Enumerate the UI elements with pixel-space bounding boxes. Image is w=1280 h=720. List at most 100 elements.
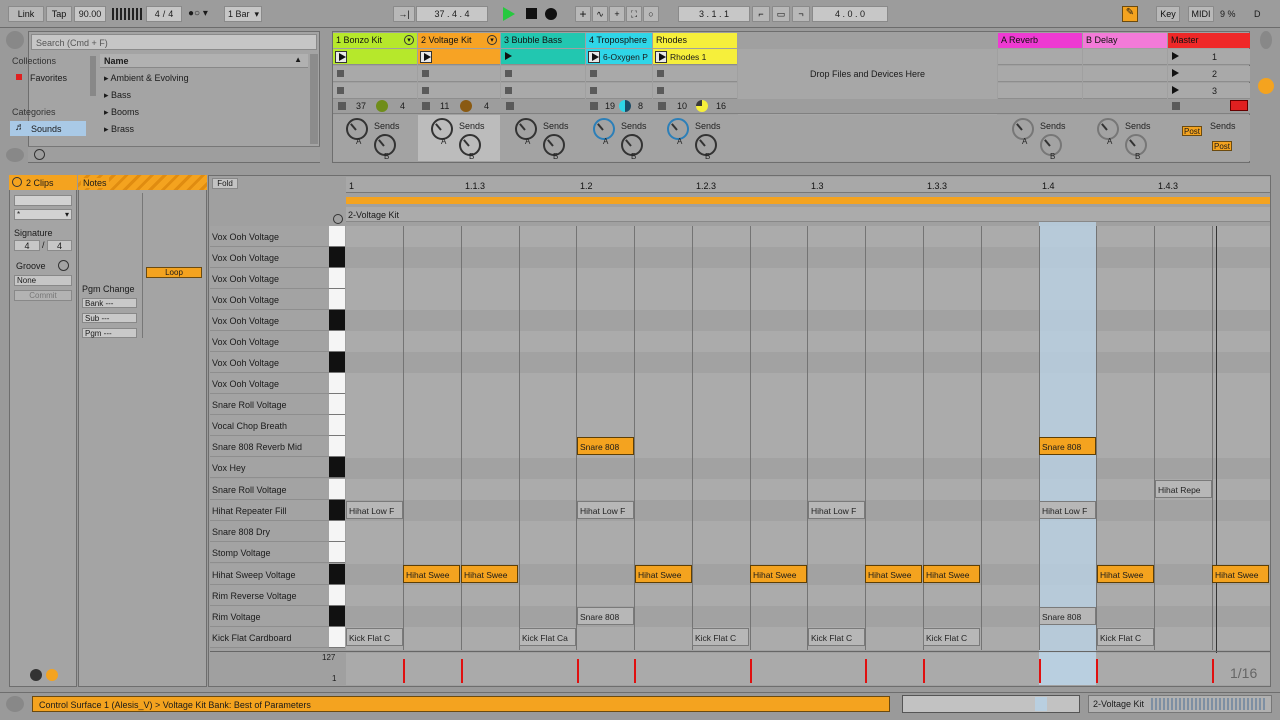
drum-pad-row[interactable]: Vox Ooh Voltage [210, 373, 330, 394]
clip-sig-den[interactable]: 4 [47, 240, 72, 251]
drum-pad-row[interactable]: Vox Ooh Voltage [210, 310, 330, 331]
clip-slot[interactable] [653, 83, 737, 99]
scene-launch[interactable]: 3 [1168, 83, 1250, 99]
midi-map-button[interactable]: MIDI [1188, 6, 1214, 22]
piano-key[interactable] [329, 310, 345, 331]
clip-slot[interactable] [333, 49, 417, 65]
drum-pad-row[interactable]: Vox Ooh Voltage [210, 352, 330, 373]
arrangement-position-field[interactable]: 37 . 4 . 4 [416, 6, 488, 22]
piano-key[interactable] [329, 373, 345, 394]
midi-note[interactable]: Snare 808 [1039, 437, 1096, 455]
clip-slot[interactable]: 6-Oxygen P [586, 49, 652, 65]
piano-key[interactable] [329, 627, 345, 648]
grid-setting[interactable]: 1/16 [1230, 665, 1257, 681]
piano-key[interactable] [329, 606, 345, 627]
automation-arm-icon[interactable]: ∿ [592, 6, 608, 22]
browser-scrollbar[interactable] [310, 54, 318, 144]
velocity-marker[interactable] [1212, 659, 1214, 683]
drum-pad-row[interactable]: Rim Reverse Voltage [210, 585, 330, 606]
preview-notes-icon[interactable] [333, 214, 343, 224]
clip-slot[interactable] [501, 83, 585, 99]
midi-note[interactable]: Kick Flat C [923, 628, 980, 646]
midi-note[interactable]: Hihat Swee [865, 565, 922, 583]
drum-pad-row[interactable]: Vox Ooh Voltage [210, 247, 330, 268]
stop-clip-icon[interactable] [338, 102, 346, 110]
clip-slot[interactable] [333, 83, 417, 99]
drum-pad-row[interactable]: Vocal Chop Breath [210, 415, 330, 436]
track-header-rhodes[interactable]: Rhodes [653, 33, 737, 48]
piano-key[interactable] [329, 521, 345, 542]
piano-key[interactable] [329, 268, 345, 289]
info-toggle-icon[interactable] [6, 696, 24, 712]
session-record-icon[interactable]: ⛶ [626, 6, 642, 22]
midi-note[interactable]: Snare 808 [1039, 607, 1096, 625]
piano-key[interactable] [329, 457, 345, 478]
midi-note[interactable]: Hihat Swee [1212, 565, 1269, 583]
clip-sig-num[interactable]: 4 [14, 240, 40, 251]
midi-note[interactable]: Hihat Swee [923, 565, 980, 583]
link-button[interactable]: Link [8, 6, 44, 22]
time-signature-field[interactable]: 4/4 [146, 6, 182, 22]
drum-pad-row[interactable]: Vox Ooh Voltage [210, 268, 330, 289]
drum-pad-row[interactable]: Vox Ooh Voltage [210, 226, 330, 247]
clip-slot[interactable] [1083, 49, 1167, 65]
master-stop-icon[interactable] [1230, 100, 1248, 111]
piano-key[interactable] [329, 564, 345, 585]
loop-end-marker[interactable] [1216, 226, 1217, 684]
clip-slot[interactable] [501, 66, 585, 82]
piano-key[interactable] [329, 415, 345, 436]
groove-select[interactable]: None [14, 275, 72, 286]
piano-key[interactable] [329, 500, 345, 521]
clip-slot[interactable] [418, 83, 500, 99]
drum-pad-row[interactable]: Kick Flat Cardboard [210, 627, 330, 648]
clip-slot[interactable] [333, 66, 417, 82]
loop-start-field[interactable]: 3 . 1 . 1 [678, 6, 750, 22]
midi-note[interactable]: Hihat Swee [403, 565, 460, 583]
midi-note[interactable]: Kick Flat Ca [519, 628, 576, 646]
piano-key[interactable] [329, 585, 345, 606]
chevron-down-icon[interactable]: ▾ [487, 35, 497, 45]
clip-slot[interactable] [586, 66, 652, 82]
sidebar-scrollbar[interactable] [90, 56, 96, 96]
browser-toggle-icon[interactable] [6, 31, 24, 49]
velocity-marker[interactable] [461, 659, 463, 683]
midi-note[interactable]: Hihat Low F [577, 501, 634, 519]
mixer-toggle-icon[interactable] [1258, 78, 1274, 94]
search-input[interactable]: Search (Cmd + F) [31, 34, 317, 50]
clip-slot[interactable] [418, 49, 500, 65]
session-toggle-icon[interactable] [1260, 31, 1272, 49]
clip-slot[interactable] [998, 66, 1082, 82]
track-header-voltage[interactable]: 2 Voltage Kit ▾ [418, 33, 500, 48]
clips-header[interactable]: 2 Clips [9, 175, 77, 190]
track-header-delay[interactable]: B Delay [1083, 33, 1167, 48]
velocity-lane[interactable] [346, 653, 1270, 685]
midi-note[interactable]: Hihat Low F [1039, 501, 1096, 519]
midi-note[interactable]: Hihat Swee [1097, 565, 1154, 583]
sub-field[interactable]: Sub --- [82, 313, 137, 323]
stop-clip-icon[interactable] [658, 102, 666, 110]
sounds-category[interactable]: ♬ Sounds [10, 121, 86, 136]
stop-clip-icon[interactable] [506, 102, 514, 110]
drum-pad-row[interactable]: Stomp Voltage [210, 542, 330, 563]
drum-pad-row[interactable]: Vox Ooh Voltage [210, 331, 330, 352]
loop-brace[interactable] [346, 197, 1270, 204]
piano-key[interactable] [329, 226, 345, 247]
velocity-marker[interactable] [750, 659, 752, 683]
track-header-master[interactable]: Master [1168, 33, 1250, 48]
velocity-marker[interactable] [1039, 659, 1041, 683]
name-column-header[interactable]: Name ▲ [100, 54, 308, 68]
clip-color-select[interactable]: * ▾ [14, 209, 72, 220]
track-header-bonzo[interactable]: 1 Bonzo Kit ▾ [333, 33, 417, 48]
piano-key[interactable] [329, 394, 345, 415]
meter-knob-icon[interactable] [376, 100, 388, 112]
browser-item[interactable]: ▸ Bass [104, 90, 131, 101]
track-header-troposphere[interactable]: 4 Troposphere [586, 33, 652, 48]
drum-pad-row[interactable]: Hihat Sweep Voltage [210, 564, 330, 585]
drum-pad-row[interactable]: Snare Roll Voltage [210, 394, 330, 415]
fold-button[interactable]: Fold [212, 178, 238, 189]
piano-key[interactable] [329, 289, 345, 310]
meter-knob-icon[interactable] [619, 100, 631, 112]
drum-pad-row[interactable]: Hihat Repeater Fill [210, 500, 330, 521]
loop-switch-icon[interactable]: ▭ [772, 6, 790, 22]
midi-note[interactable]: Snare 808 [577, 607, 634, 625]
